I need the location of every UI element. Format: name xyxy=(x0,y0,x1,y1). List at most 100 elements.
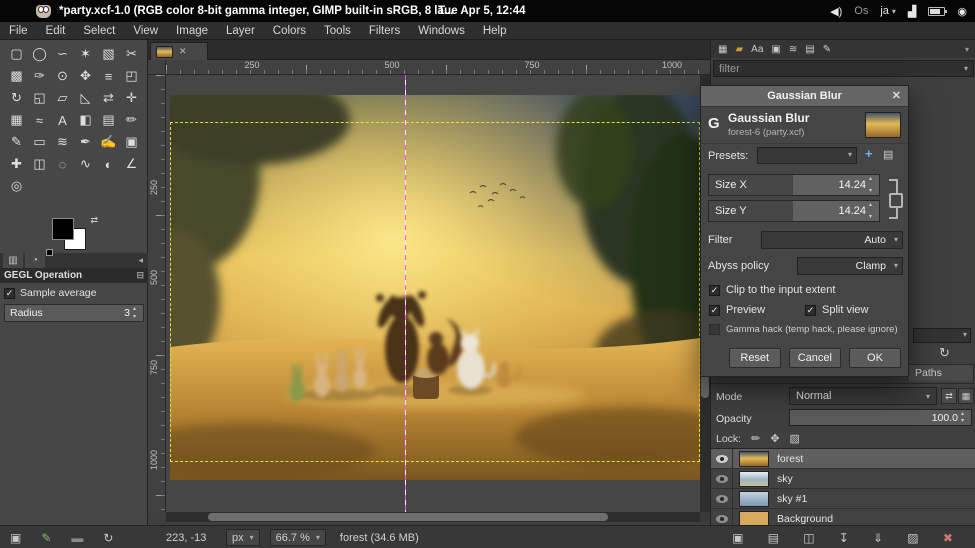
tool-rectangle-select[interactable]: ▢ xyxy=(5,43,28,65)
duplicate-layer-icon[interactable]: ◫ xyxy=(803,531,814,545)
dock-menu-icon[interactable]: ▾ xyxy=(965,45,969,54)
opacity-slider[interactable]: 100.0 xyxy=(789,409,972,426)
dock-collapse-icon[interactable]: ◂ xyxy=(138,255,143,266)
battery-icon[interactable] xyxy=(928,7,945,16)
layer-row-background[interactable]: Background xyxy=(711,509,975,526)
add-preset-icon[interactable]: + xyxy=(865,146,873,161)
tool-ellipse-select[interactable]: ◯ xyxy=(28,43,51,65)
close-icon[interactable]: ✕ xyxy=(892,89,901,102)
tool-text[interactable]: A xyxy=(51,109,74,131)
unit-combo[interactable]: px xyxy=(226,529,260,546)
vertical-ruler[interactable]: 250 500 750 1000 xyxy=(148,75,166,512)
add-mask-icon[interactable]: ▨ xyxy=(907,531,918,545)
menu-view[interactable]: View xyxy=(124,22,167,40)
gradients-tab-icon[interactable]: ≋ xyxy=(789,44,797,55)
menu-edit[interactable]: Edit xyxy=(37,22,75,40)
menu-layer[interactable]: Layer xyxy=(217,22,264,40)
gamma-hack-checkbox[interactable] xyxy=(709,324,720,335)
tool-paths[interactable]: ✑ xyxy=(28,65,51,87)
tool-select-by-color[interactable]: ▧ xyxy=(97,43,120,65)
reset-button[interactable]: Reset xyxy=(729,348,781,368)
tool-scissors[interactable]: ✂ xyxy=(120,43,143,65)
tool-heal[interactable]: ✚ xyxy=(5,153,28,175)
keyboard-layout-indicator[interactable]: ja ▾ xyxy=(880,5,896,17)
cancel-button[interactable]: Cancel xyxy=(789,348,841,368)
radius-spinner-icon[interactable] xyxy=(133,306,141,320)
preview-checkbox[interactable] xyxy=(709,305,720,316)
tool-rotate[interactable]: ↻ xyxy=(5,87,28,109)
tool-eraser[interactable]: ▭ xyxy=(28,131,51,153)
lock-position-icon[interactable]: ✥ xyxy=(770,432,779,445)
tool-measure[interactable]: ∠ xyxy=(120,153,143,175)
canvas-viewport[interactable] xyxy=(166,75,700,512)
menu-windows[interactable]: Windows xyxy=(409,22,474,40)
horizontal-scrollbar[interactable] xyxy=(166,512,700,522)
layer-row-sky[interactable]: sky xyxy=(711,469,975,489)
split-view-checkbox[interactable] xyxy=(805,305,816,316)
ruler-corner[interactable] xyxy=(148,60,166,75)
filter-search-box[interactable]: filter xyxy=(713,60,974,77)
horizontal-scrollbar-thumb[interactable] xyxy=(208,513,608,521)
vertical-guide-line[interactable] xyxy=(405,75,406,512)
visibility-cell[interactable] xyxy=(711,449,733,468)
tool-ink[interactable]: ✒ xyxy=(74,131,97,153)
menu-filters[interactable]: Filters xyxy=(360,22,409,40)
image-tab[interactable]: ✕ xyxy=(150,42,208,60)
menu-image[interactable]: Image xyxy=(167,22,217,40)
buffers-tab-icon[interactable]: ▤ xyxy=(805,44,814,55)
manage-presets-icon[interactable]: ▤ xyxy=(883,148,893,161)
merge-down-icon[interactable]: ⇓ xyxy=(873,531,883,545)
document-history-tab-icon[interactable]: ▣ xyxy=(771,44,780,55)
ok-button[interactable]: OK xyxy=(849,348,901,368)
brush-icon[interactable]: ✎ xyxy=(41,531,51,545)
tool-perspective-clone[interactable]: ◫ xyxy=(28,153,51,175)
tool-free-select[interactable]: ∽ xyxy=(51,43,74,65)
tool-airbrush[interactable]: ≋ xyxy=(51,131,74,153)
filter-combo[interactable]: Auto xyxy=(761,231,903,249)
tool-pencil[interactable]: ✏ xyxy=(120,109,143,131)
tool-shear[interactable]: ▱ xyxy=(51,87,74,109)
tool-gradient[interactable]: ▤ xyxy=(97,109,120,131)
tool-perspective[interactable]: ◺ xyxy=(74,87,97,109)
patterns-tab-icon[interactable]: ▰ xyxy=(735,44,743,55)
tool-unified-transform[interactable]: ✛ xyxy=(120,87,143,109)
opacity-spinner-icon[interactable] xyxy=(961,411,969,424)
size-y-spinner-icon[interactable] xyxy=(869,202,877,220)
tool-alignment[interactable]: ≡ xyxy=(97,65,120,87)
swap-colors-icon[interactable]: ⇄ xyxy=(90,215,98,226)
close-tab-icon[interactable]: ✕ xyxy=(179,46,187,57)
tool-mypaint-brush[interactable]: ✍ xyxy=(97,131,120,153)
volume-icon[interactable]: ◀) xyxy=(830,5,842,18)
fonts-tab-icon[interactable]: Aa xyxy=(751,44,763,55)
tool-foreground-select[interactable]: ▩ xyxy=(5,65,28,87)
tool-flip[interactable]: ⇄ xyxy=(97,87,120,109)
images-icon[interactable]: ▣ xyxy=(10,531,21,545)
os-indicator[interactable]: Os xyxy=(854,5,868,17)
blend-space-icon[interactable]: ⇄ xyxy=(941,388,957,404)
paths-tab[interactable]: Paths xyxy=(907,364,974,381)
tool-crop[interactable]: ◰ xyxy=(120,65,143,87)
tool-blur-sharpen[interactable]: ◌ xyxy=(51,153,74,175)
layer-mode-combo[interactable]: Normal xyxy=(789,387,937,405)
tool-cage-transform[interactable]: ▦ xyxy=(5,109,28,131)
radius-slider[interactable]: Radius 3 xyxy=(4,304,144,322)
abyss-policy-combo[interactable]: Clamp xyxy=(797,257,903,275)
tool-dodge-burn[interactable]: ◐ xyxy=(97,153,120,175)
menu-file[interactable]: File xyxy=(0,22,37,40)
layer-row-forest[interactable]: forest xyxy=(711,449,975,469)
presets-combo[interactable] xyxy=(757,147,857,164)
dockable-combo[interactable] xyxy=(913,328,971,343)
visibility-cell[interactable] xyxy=(711,489,733,508)
menu-help[interactable]: Help xyxy=(474,22,516,40)
reset-mode-icon[interactable]: ▦ xyxy=(958,388,974,404)
dialog-title-bar[interactable]: Gaussian Blur ✕ xyxy=(701,86,908,107)
tool-scale[interactable]: ◱ xyxy=(28,87,51,109)
chain-link-icon[interactable] xyxy=(889,179,898,219)
size-y-slider[interactable]: Size Y 14.24 xyxy=(708,200,880,222)
tool-color-picker[interactable]: ⊙ xyxy=(51,65,74,87)
tool-move[interactable]: ✥ xyxy=(74,65,97,87)
reset-icon[interactable]: ↻ xyxy=(103,531,113,545)
network-icon[interactable]: ▟ xyxy=(908,5,916,18)
horizontal-ruler[interactable]: 250 500 750 1000 xyxy=(166,60,710,75)
refresh-icon[interactable]: ↻ xyxy=(939,345,950,361)
